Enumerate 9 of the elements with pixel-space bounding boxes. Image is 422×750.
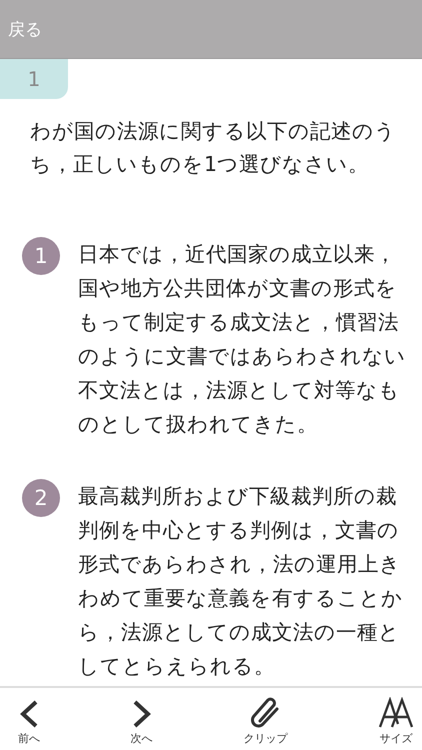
chevron-left-icon [18,699,40,729]
font-size-icon [378,697,414,729]
option-text[interactable]: 日本では，近代国家の成立以来，国や地方公共団体が文書の形式をもって制定する成文法と，慣習法のように文書ではあらわされない不文法とは，法源として対等なものとして扱われてきた。 [78,237,408,441]
prev-button[interactable]: 前へ [18,688,40,750]
size-button[interactable]: サイズ [378,688,414,750]
option-text[interactable]: 最高裁判所および下級裁判所の裁判例を中心とする判例は，文書の形式であらわされ，法の運用上きわめて重要な意義を有することから，法源としての成文法の一種としてとらえられる。 [78,479,408,683]
question-text: わが国の法源に関する以下の記述のうち，正しいものを1つ選びなさい。 [30,118,397,178]
next-button[interactable]: 次へ [130,688,153,750]
clip-button[interactable]: クリップ [243,688,288,750]
